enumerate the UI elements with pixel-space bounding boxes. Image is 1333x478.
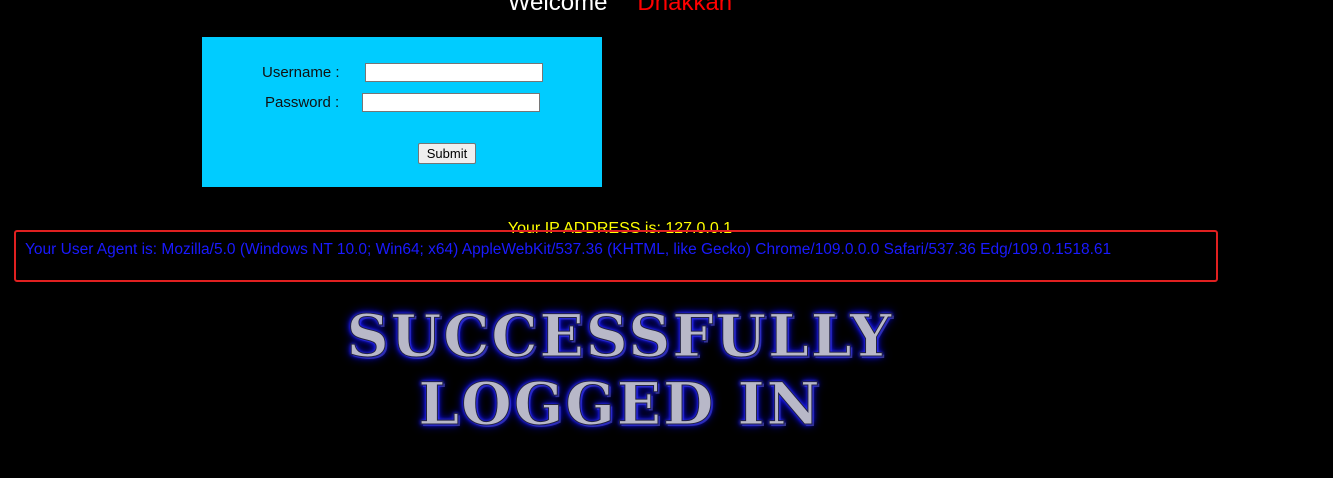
welcome-heading: Welcome Dhakkan [0, 0, 1240, 18]
success-line-2: LOGGED IN [418, 370, 822, 439]
welcome-text: Welcome [507, 0, 608, 16]
username-label: Username : [262, 64, 340, 81]
password-input[interactable] [362, 93, 540, 112]
password-label: Password : [265, 94, 340, 111]
submit-button[interactable]: Submit [418, 143, 476, 164]
welcome-name: Dhakkan [637, 0, 733, 16]
success-banner: SUCCESSFULLY LOGGED IN [0, 302, 1240, 439]
page: Welcome Dhakkan Username : Password : Sub… [0, 0, 1333, 478]
username-input[interactable] [365, 63, 543, 82]
login-form: Username : Password : Submit [202, 37, 602, 187]
success-line-1: SUCCESSFULLY [346, 302, 894, 371]
user-agent-text: Your User Agent is: Mozilla/5.0 (Windows… [25, 241, 1112, 258]
